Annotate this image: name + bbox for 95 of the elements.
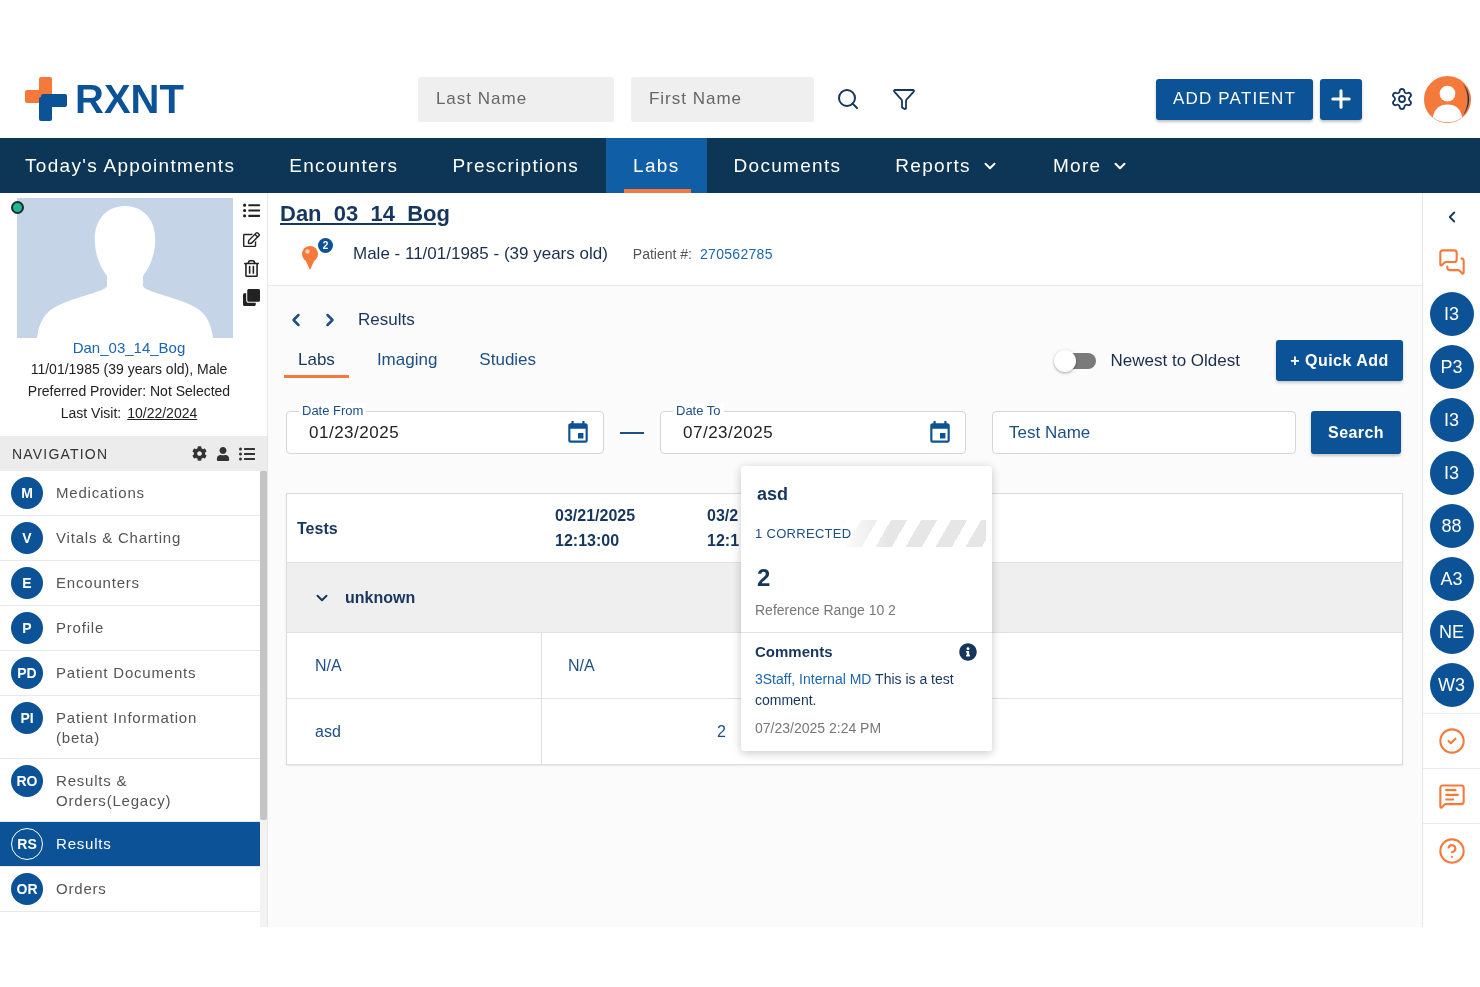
nav-item-label: Patient Information (beta) xyxy=(56,708,199,748)
list-icon[interactable] xyxy=(243,202,260,219)
table-cell: N/A xyxy=(315,656,342,675)
cross-logo-icon xyxy=(25,77,67,121)
person-icon[interactable] xyxy=(216,446,230,461)
calendar-icon[interactable] xyxy=(927,419,953,446)
patient-name-link[interactable]: Dan_03_14_Bog xyxy=(0,338,258,358)
copy-icon[interactable] xyxy=(243,289,260,306)
info-icon[interactable] xyxy=(959,643,977,661)
toggle-switch[interactable] xyxy=(1053,349,1096,372)
last-visit-link[interactable]: 10/22/2024 xyxy=(127,402,198,424)
trash-icon[interactable] xyxy=(243,260,260,277)
initials-avatar[interactable]: I3 xyxy=(1429,451,1474,495)
table-cell: asd xyxy=(315,722,341,741)
nav-tab[interactable]: Labs xyxy=(606,138,707,193)
chat-icon[interactable] xyxy=(1437,248,1466,276)
initials-icon: V xyxy=(11,522,43,554)
patient-number-link[interactable]: 270562785 xyxy=(700,246,773,262)
check-circle-icon[interactable] xyxy=(1437,727,1466,755)
table-cell: N/A xyxy=(568,656,595,675)
initials-avatar[interactable]: P3 xyxy=(1429,345,1474,389)
group-label: unknown xyxy=(345,588,416,607)
preferred-provider: Preferred Provider: Not Selected xyxy=(26,382,232,401)
comments-heading: Comments xyxy=(755,642,833,662)
initials-icon: PI xyxy=(11,702,43,734)
breadcrumb-title: Results xyxy=(358,310,415,330)
navigation-title: NAVIGATION xyxy=(12,445,109,462)
result-tab[interactable]: Labs xyxy=(284,340,349,378)
initials-avatar[interactable]: W3 xyxy=(1429,663,1474,707)
initials-icon: RO xyxy=(11,765,43,797)
initials-icon: P xyxy=(11,612,43,644)
calendar-icon[interactable] xyxy=(565,419,591,446)
scrollbar[interactable] xyxy=(260,471,267,820)
initials-avatar[interactable]: A3 xyxy=(1429,557,1474,601)
test-name-field[interactable]: Test Name xyxy=(992,411,1296,454)
nav-item-label: Results xyxy=(56,834,112,854)
edit-icon[interactable] xyxy=(243,231,260,248)
nav-item-label: Profile xyxy=(56,618,105,638)
nav-item[interactable]: RS Results xyxy=(0,822,260,867)
patient-name-link[interactable]: Dan_03_14_Bog xyxy=(280,201,450,227)
birth-info: 11/01/1985 (39 years old), Male xyxy=(29,360,229,379)
result-tab[interactable]: Imaging xyxy=(362,340,452,378)
search-button[interactable]: Search xyxy=(1311,411,1401,454)
initials-icon: E xyxy=(11,567,43,599)
pin-icon[interactable] xyxy=(302,246,318,270)
reference-range: Reference Range 10 2 xyxy=(754,601,897,620)
initials-icon: M xyxy=(11,477,43,509)
filter-icon[interactable] xyxy=(891,87,916,111)
result-tab[interactable]: Studies xyxy=(465,340,551,378)
search-icon[interactable] xyxy=(835,87,860,111)
help-icon[interactable] xyxy=(1437,837,1466,865)
nav-item-label: Orders xyxy=(56,879,107,899)
patient-number-label: Patient #: xyxy=(632,246,692,262)
initials-avatar[interactable]: I3 xyxy=(1429,292,1474,336)
column-header: 03/21/2025 12:13:00 xyxy=(555,506,637,551)
status-label: 1 CORRECTED xyxy=(741,520,986,547)
initials-avatar[interactable]: NE xyxy=(1429,610,1474,654)
nav-item-label: Patient Documents xyxy=(56,663,197,683)
first-name-field[interactable]: First Name xyxy=(630,76,814,122)
user-avatar-icon[interactable] xyxy=(1424,75,1471,123)
settings-icon[interactable] xyxy=(1390,87,1414,111)
result-value: 2 xyxy=(756,563,772,592)
settings-icon[interactable] xyxy=(192,446,207,461)
nav-tab[interactable]: Reports xyxy=(868,138,1026,193)
nav-tab[interactable]: Documents xyxy=(706,138,869,193)
initials-icon: OR xyxy=(11,873,43,905)
comment-timestamp: 07/23/2025 2:24 PM xyxy=(754,719,883,738)
nav-item-label: Medications xyxy=(56,483,145,503)
nav-item-label: Vitals & Charting xyxy=(56,528,182,548)
popover-title: asd xyxy=(756,483,790,505)
column-header: 03/2 12:1 xyxy=(707,506,741,551)
list-icon[interactable] xyxy=(239,445,255,462)
nav-tab[interactable]: Today's Appointments xyxy=(0,138,263,193)
logo-text: RXNT xyxy=(75,77,184,121)
table-cell[interactable]: 2 xyxy=(717,722,726,741)
patient-summary: Male - 11/01/1985 - (39 years old) xyxy=(353,244,608,264)
add-patient-button[interactable]: ADD PATIENT xyxy=(1155,78,1313,120)
initials-icon: PD xyxy=(11,657,43,689)
alert-count: 2 xyxy=(318,238,333,253)
nav-tab[interactable]: Encounters xyxy=(262,138,426,193)
comment-text: 3Staff, Internal MD This is a test comment. xyxy=(754,670,955,710)
nav-tab[interactable]: More xyxy=(1025,138,1157,193)
initials-avatar[interactable]: 88 xyxy=(1429,504,1474,548)
message-icon[interactable] xyxy=(1437,782,1466,810)
quick-add-button[interactable]: + Quick Add xyxy=(1276,340,1403,381)
comment-author-link[interactable]: 3Staff, Internal MD xyxy=(755,671,872,687)
initials-avatar[interactable]: I3 xyxy=(1429,398,1474,442)
nav-tab[interactable]: Prescriptions xyxy=(425,138,607,193)
add-button[interactable] xyxy=(1320,78,1362,120)
toggle-label: Newest to Oldest xyxy=(1110,350,1240,371)
last-visit-label: Last Visit: xyxy=(60,404,122,423)
nav-item-label: Results & Orders(Legacy) xyxy=(56,771,173,811)
column-header: Tests xyxy=(297,518,338,539)
nav-item-label: Encounters xyxy=(56,573,140,593)
last-name-field[interactable]: Last Name xyxy=(417,76,614,122)
